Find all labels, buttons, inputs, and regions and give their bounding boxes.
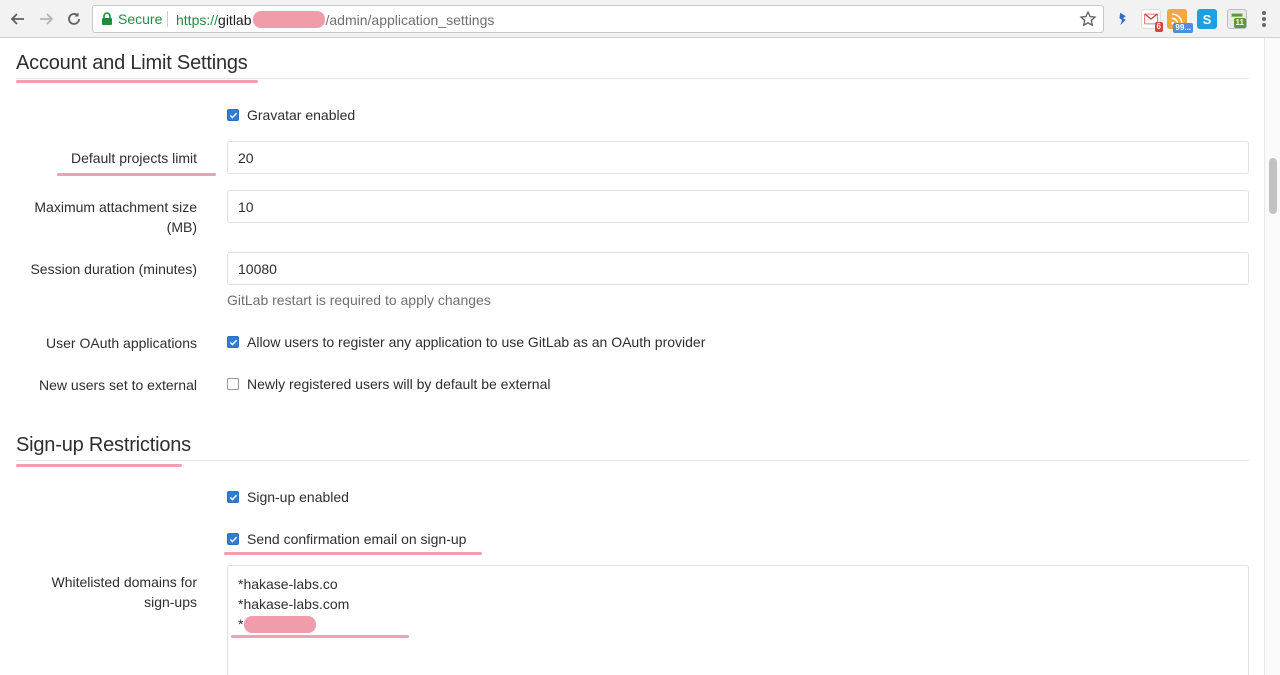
new-users-external-label: New users set to external [39, 377, 197, 393]
send-confirmation-checkbox-row[interactable]: Send confirmation email on sign-up [227, 531, 466, 547]
whitelisted-domains-label-line2: sign-ups [144, 594, 197, 610]
secure-label: Secure [118, 11, 163, 27]
rss-badge: 99... [1173, 23, 1193, 33]
account-section-title: Account and Limit Settings [16, 52, 248, 74]
arrow-right-icon [40, 13, 54, 25]
scrollbar-thumb[interactable] [1269, 158, 1277, 214]
default-projects-limit-input[interactable] [227, 141, 1249, 174]
calendar-badge: 11 [1233, 18, 1246, 28]
checkbox-highlight-underline [224, 552, 482, 555]
url-path: /admin/application_settings [325, 12, 495, 28]
whitelist-line: *hakase-labs.com [238, 596, 350, 612]
back-button[interactable] [7, 8, 29, 30]
default-projects-limit-label: Default projects limit [70, 150, 197, 166]
new-users-external-checkbox-label: Newly registered users will by default b… [247, 376, 551, 392]
title-highlight-underline [16, 464, 182, 467]
menu-dot-icon [1262, 17, 1266, 21]
address-bar[interactable]: Secure https://gitlab/admin/application_… [92, 5, 1104, 33]
new-users-external-checkbox-row[interactable]: Newly registered users will by default b… [227, 376, 550, 392]
gravatar-checkbox-row[interactable]: Gravatar enabled [227, 107, 355, 123]
signup-enabled-label: Sign-up enabled [247, 489, 349, 505]
reload-button[interactable] [63, 8, 85, 30]
user-oauth-checkbox-row[interactable]: Allow users to register any application … [227, 334, 705, 350]
skype-extension[interactable]: S [1197, 9, 1217, 29]
arrow-left-icon [10, 13, 24, 25]
page-scrollbar[interactable] [1264, 38, 1280, 675]
user-oauth-label: User OAuth applications [46, 335, 197, 351]
calendar-extension[interactable]: 11 [1227, 9, 1247, 29]
pushbullet-extension[interactable] [1113, 9, 1133, 29]
menu-dot-icon [1262, 23, 1266, 27]
gmail-badge: 6 [1154, 22, 1163, 32]
session-duration-label: Session duration (minutes) [30, 261, 197, 277]
account-section-divider [16, 78, 1249, 79]
max-attachment-size-label: Maximum attachment size (MB) [20, 197, 197, 237]
max-attachment-size-input[interactable] [227, 190, 1249, 223]
browser-menu-button[interactable] [1262, 11, 1266, 27]
lock-icon [102, 12, 112, 25]
whitelisted-domains-label: Whitelisted domains for sign-ups [10, 572, 197, 612]
url-host: gitlab [218, 12, 252, 28]
omnibox-separator [167, 11, 168, 27]
whitelisted-domains-label-line1: Whitelisted domains for [51, 574, 197, 590]
checkmark-icon [229, 339, 237, 346]
checkmark-icon [229, 494, 237, 501]
bookmark-star-icon[interactable] [1079, 10, 1097, 28]
max-attachment-size-label-line1: Maximum attachment size [34, 199, 197, 215]
session-duration-help: GitLab restart is required to apply chan… [227, 292, 491, 308]
signup-enabled-checkbox[interactable] [227, 491, 239, 503]
signup-section-title: Sign-up Restrictions [16, 434, 191, 456]
checkmark-icon [229, 536, 237, 543]
whitelist-line-redacted: * [238, 614, 1238, 634]
rss-extension[interactable]: 99... [1167, 9, 1193, 33]
whitelist-redaction [244, 616, 317, 633]
send-confirmation-checkbox[interactable] [227, 533, 239, 545]
pushbullet-icon [1119, 12, 1126, 26]
user-oauth-checkbox[interactable] [227, 336, 239, 348]
user-oauth-checkbox-label: Allow users to register any application … [247, 334, 706, 350]
skype-icon: S [1202, 11, 1212, 27]
checkmark-icon [229, 112, 237, 119]
whitelisted-domains-textarea[interactable]: *hakase-labs.co *hakase-labs.com * [227, 565, 1249, 675]
send-confirmation-label: Send confirmation email on sign-up [247, 531, 467, 547]
url-scheme: https:// [176, 12, 219, 28]
signup-section-divider [16, 460, 1249, 461]
url-text: https://gitlab/admin/application_setting… [176, 11, 494, 28]
title-highlight-underline [16, 80, 258, 83]
gmail-extension[interactable]: 6 [1141, 9, 1163, 32]
new-users-external-checkbox[interactable] [227, 378, 239, 390]
whitelist-line: *hakase-labs.co [238, 576, 338, 592]
label-highlight-underline [57, 173, 216, 176]
textarea-highlight-underline [231, 635, 409, 638]
session-duration-input[interactable] [227, 252, 1249, 285]
whitelist-line-prefix: * [238, 616, 244, 632]
reload-icon [68, 12, 80, 25]
url-redaction [252, 11, 325, 28]
max-attachment-size-label-line2: (MB) [166, 219, 197, 235]
gravatar-checkbox[interactable] [227, 109, 239, 121]
browser-toolbar: Secure https://gitlab/admin/application_… [0, 0, 1280, 38]
gravatar-label: Gravatar enabled [247, 107, 356, 123]
menu-dot-icon [1262, 11, 1266, 15]
forward-button[interactable] [35, 8, 57, 30]
signup-enabled-checkbox-row[interactable]: Sign-up enabled [227, 489, 349, 505]
